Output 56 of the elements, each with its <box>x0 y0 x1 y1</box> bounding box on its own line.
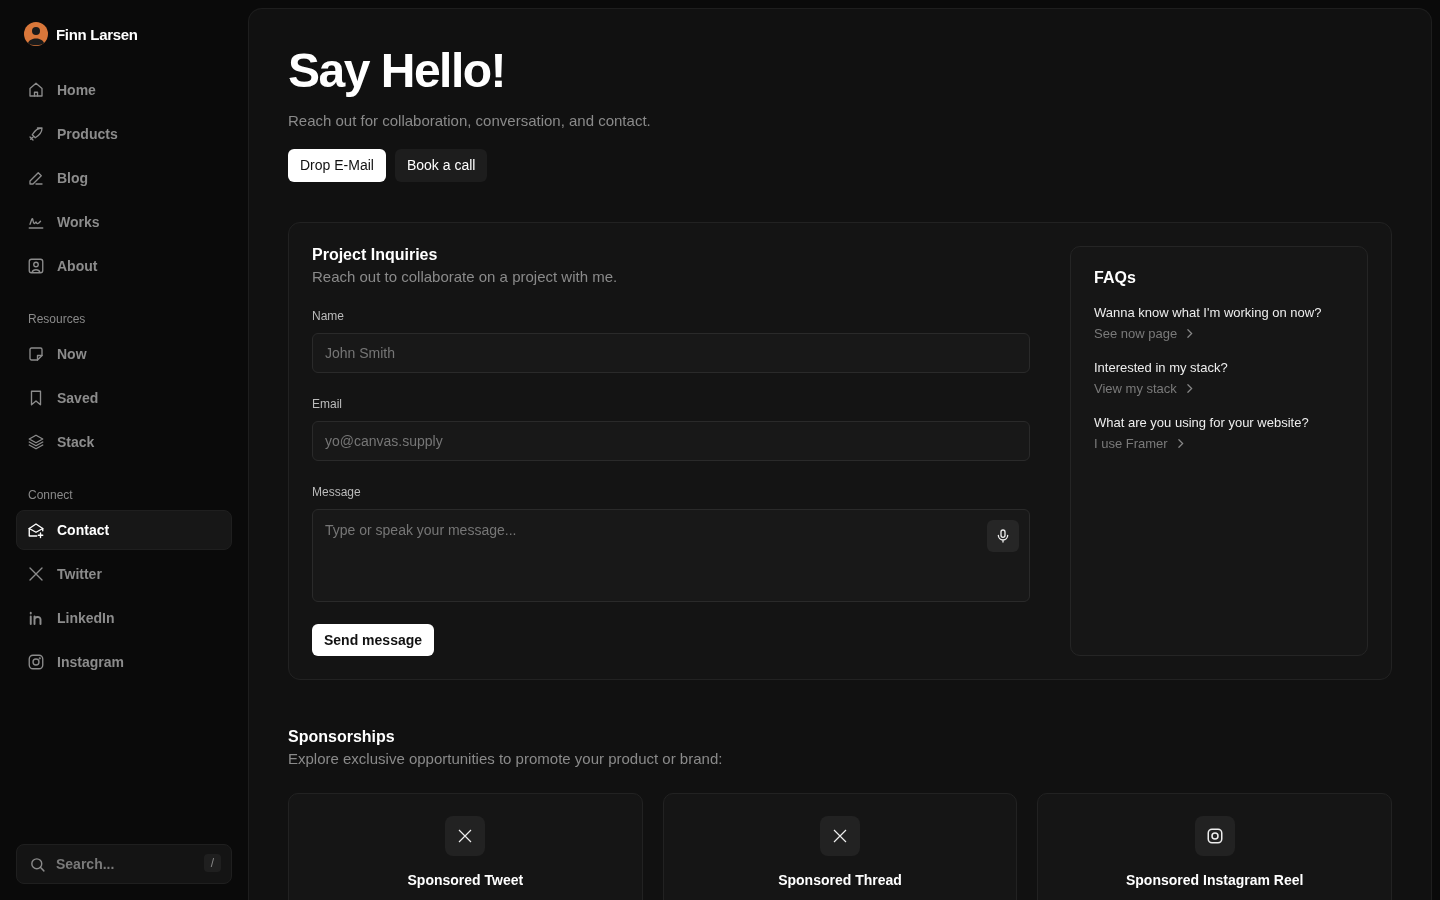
faq-question: Interested in my stack? <box>1094 359 1229 375</box>
card-subtitle: Reach out to collaborate on a project with me. <box>312 267 619 285</box>
field-label: Email <box>312 396 343 411</box>
faq-question: What are you using for your website? <box>1094 414 1310 430</box>
faq-question: Wanna know what I'm working on now? <box>1094 304 1323 320</box>
microphone-button[interactable] <box>987 519 1019 552</box>
instagram-icon <box>27 653 45 671</box>
card-title: Project Inquiries <box>312 245 439 264</box>
user-square-icon <box>27 257 45 275</box>
note-icon <box>27 345 45 363</box>
field-label: Name <box>312 308 345 323</box>
sponsorship-card[interactable]: Sponsored Instagram Reel <box>1037 792 1392 900</box>
nav-item[interactable]: LinkedIn <box>16 598 232 638</box>
message-field[interactable]: Type or speak your message... <box>312 508 1030 602</box>
nav-item[interactable]: Blog <box>16 158 232 198</box>
input-field[interactable]: yo@canvas.supply <box>312 420 1030 461</box>
pen-icon <box>27 169 45 187</box>
nav-item[interactable]: About <box>16 246 232 286</box>
sponsorship-title: Sponsored Thread <box>778 871 902 888</box>
nav-item[interactable]: Saved <box>16 378 232 418</box>
page-title: Say Hello! <box>288 45 507 98</box>
section-title: Sponsorships <box>288 727 396 746</box>
rocket-icon <box>27 125 45 143</box>
field-label: Message <box>312 484 362 499</box>
section-heading: Connect <box>27 488 74 502</box>
nav-item[interactable]: Twitter <box>16 554 232 594</box>
section-subtitle: Explore exclusive opportunities to promote your product or brand: <box>288 749 724 767</box>
mail-icon <box>27 521 45 539</box>
nav-item[interactable]: Now <box>16 334 232 374</box>
avatar-icon <box>24 22 48 46</box>
nav-item[interactable]: Products <box>16 114 232 154</box>
nav-item[interactable]: Stack <box>16 422 232 462</box>
send-message-button[interactable]: Send message <box>312 623 435 656</box>
input-field[interactable]: John Smith <box>312 332 1030 373</box>
action-button[interactable]: Book a call <box>394 148 488 182</box>
faq-link[interactable]: See now page <box>1094 325 1197 341</box>
section-heading: Resources <box>27 312 87 326</box>
nav-item[interactable]: Instagram <box>16 642 232 682</box>
sponsorship-title: Sponsored Instagram Reel <box>1126 871 1304 888</box>
sponsorship-card[interactable]: Sponsored Thread <box>662 792 1018 900</box>
faq-link[interactable]: View my stack <box>1094 380 1196 396</box>
action-button[interactable]: Drop E-Mail <box>288 148 386 182</box>
faq-link[interactable]: I use Framer <box>1094 435 1187 451</box>
faq-title: FAQs <box>1094 268 1137 287</box>
home-icon <box>27 81 45 99</box>
profile-name: Finn Larsen <box>56 25 138 43</box>
sponsorship-card[interactable]: Sponsored Tweet <box>288 792 643 900</box>
x-logo-icon <box>27 565 45 583</box>
nav-item[interactable]: Contact <box>16 510 232 550</box>
sponsorship-title: Sponsored Tweet <box>407 871 524 888</box>
page-subtitle: Reach out for collaboration, conversation, and contact. <box>288 111 652 129</box>
layers-icon <box>27 433 45 451</box>
nav-item[interactable]: Home <box>16 70 232 110</box>
microphone-icon <box>995 527 1011 544</box>
instagram-icon <box>1205 826 1224 845</box>
nav-item[interactable]: Works <box>16 202 232 242</box>
